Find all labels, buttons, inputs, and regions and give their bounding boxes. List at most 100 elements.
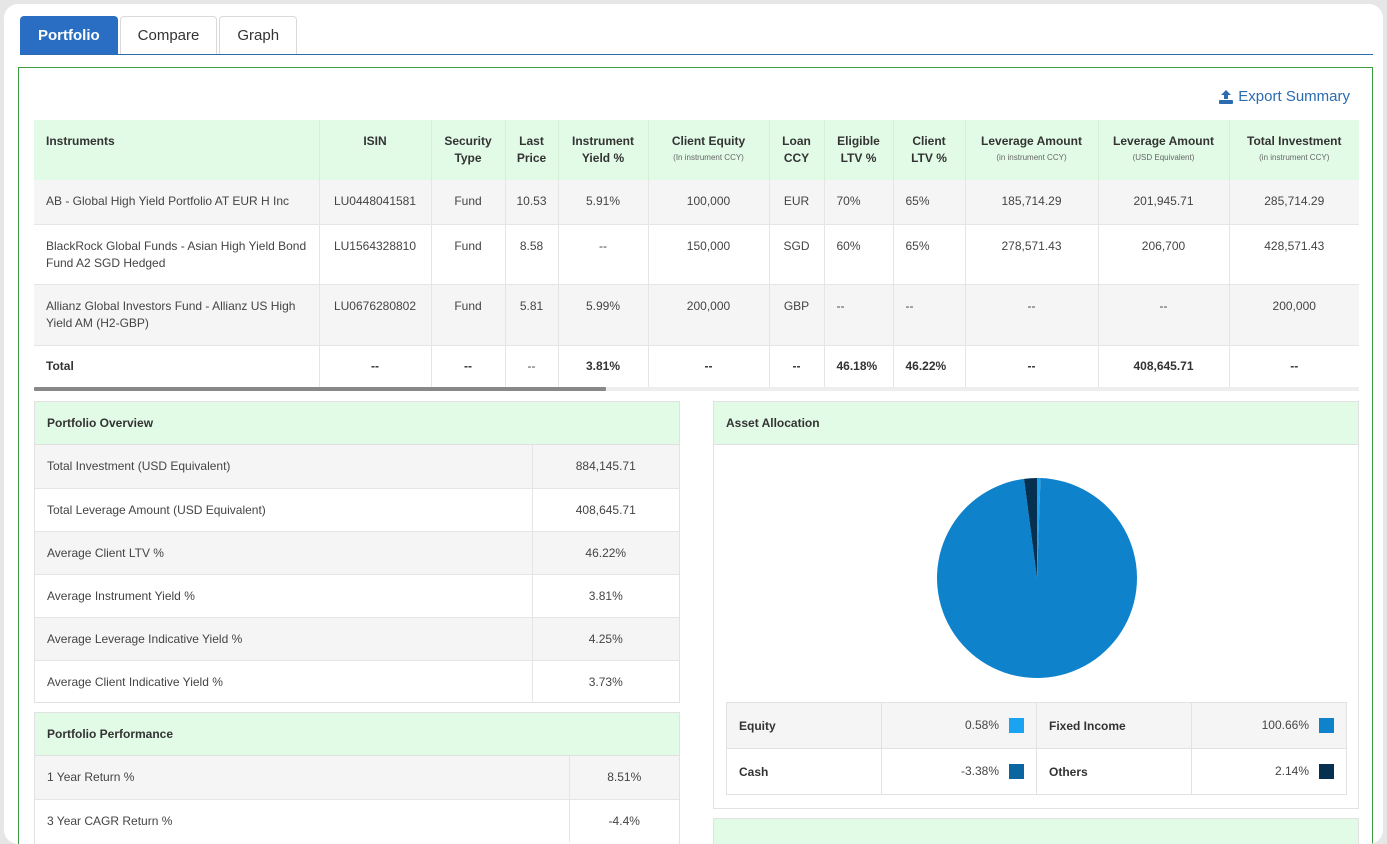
performance-value-negative: -4.4% — [608, 813, 640, 828]
equity-swatch-icon — [1009, 718, 1024, 734]
instruments-table: Instruments ISIN Security Type Last Pric… — [34, 120, 1359, 387]
tab-compare[interactable]: Compare — [119, 16, 218, 54]
col-header-leverage-amount-usd: Leverage Amount (USD Equivalent) — [1098, 120, 1230, 180]
col-header-client-ltv: Client LTV % — [893, 120, 966, 180]
cell-client-ltv: -- — [893, 284, 966, 346]
cell-total-investment: 200,000 — [1229, 284, 1359, 346]
overview-row: Total Investment (USD Equivalent) 884,145… — [35, 445, 679, 489]
asset-allocation-panel: Asset Allocation Equity 0.58% Fixed Inco… — [713, 401, 1359, 809]
col-header-total-investment: Total Investment (in instrument CCY) — [1229, 120, 1359, 180]
cell-instrument-yield: 5.91% — [558, 180, 649, 225]
next-panel — [713, 818, 1359, 844]
fixed-income-swatch-icon — [1319, 718, 1334, 734]
total-security-type: -- — [431, 345, 506, 387]
legend-label-equity: Equity — [726, 702, 882, 749]
cell-isin: LU0448041581 — [319, 180, 432, 225]
cell-isin: LU0676280802 — [319, 284, 432, 346]
cell-total-investment: 428,571.43 — [1229, 224, 1359, 285]
legend-value-cash: -3.38% — [881, 748, 1037, 795]
col-header-client-equity: Client Equity (In instrument CCY) — [648, 120, 770, 180]
performance-value-positive: 8.51% — [569, 756, 679, 800]
cell-security-type: Fund — [431, 284, 506, 346]
overview-label: Average Client LTV % — [35, 531, 533, 575]
cell-instrument: BlackRock Global Funds - Asian High Yiel… — [34, 224, 320, 285]
total-leverage-amount-ccy: -- — [965, 345, 1099, 387]
cell-last-price: 8.58 — [505, 224, 559, 285]
table-row: BlackRock Global Funds - Asian High Yiel… — [34, 224, 1359, 285]
overview-value: 3.81% — [532, 574, 679, 618]
overview-value: 46.22% — [532, 531, 679, 575]
overview-label: Total Leverage Amount (USD Equivalent) — [35, 488, 533, 532]
asset-allocation-legend: Equity 0.58% Fixed Income 100.66% Cash -… — [726, 702, 1347, 795]
cell-last-price: 10.53 — [505, 180, 559, 225]
col-header-leverage-amount-ccy: Leverage Amount (in instrument CCY) — [965, 120, 1099, 180]
next-panel-title — [714, 819, 1358, 844]
portfolio-performance-panel: Portfolio Performance 1 Year Return % 8.5… — [34, 712, 680, 844]
overview-label: Average Leverage Indicative Yield % — [35, 617, 533, 661]
cell-leverage-amount-usd: 206,700 — [1098, 224, 1230, 285]
cell-security-type: Fund — [431, 224, 506, 285]
cell-eligible-ltv: 70% — [824, 180, 894, 225]
portfolio-content: Export Summary Instruments ISIN Security… — [18, 67, 1373, 844]
cell-leverage-amount-ccy: 185,714.29 — [965, 180, 1099, 225]
cell-instrument-yield: 5.99% — [558, 284, 649, 346]
export-summary-label: Export Summary — [1238, 88, 1350, 105]
overview-row: Average Leverage Indicative Yield % 4.25% — [35, 617, 679, 661]
overview-value: 884,145.71 — [532, 445, 679, 489]
legend-label-fixed-income: Fixed Income — [1036, 702, 1192, 749]
portfolio-overview-table: Total Investment (USD Equivalent) 884,145… — [35, 445, 679, 703]
instruments-table-container: Instruments ISIN Security Type Last Pric… — [34, 120, 1359, 387]
cell-client-equity: 200,000 — [648, 284, 770, 346]
cell-leverage-amount-usd: 201,945.71 — [1098, 180, 1230, 225]
performance-row: 1 Year Return % 8.51% — [35, 756, 679, 800]
tab-graph[interactable]: Graph — [219, 16, 298, 54]
overview-value: 4.25% — [532, 617, 679, 661]
cell-leverage-amount-ccy: -- — [965, 284, 1099, 346]
col-header-instrument-yield: Instrument Yield % — [558, 120, 649, 180]
cell-instrument-yield: -- — [558, 224, 649, 285]
cell-instrument: Allianz Global Investors Fund - Allianz … — [34, 284, 320, 346]
total-leverage-amount-usd: 408,645.71 — [1098, 345, 1230, 387]
overview-label: Average Instrument Yield % — [35, 574, 533, 618]
performance-row: 3 Year CAGR Return % -4.4% — [35, 799, 679, 842]
legend-value-fixed-income: 100.66% — [1191, 702, 1347, 749]
legend-row: Cash -3.38% Others 2.14% — [726, 748, 1347, 795]
cell-eligible-ltv: 60% — [824, 224, 894, 285]
overview-label: Total Investment (USD Equivalent) — [35, 445, 533, 489]
total-instrument-yield: 3.81% — [558, 345, 649, 387]
col-header-last-price: Last Price — [505, 120, 559, 180]
cash-swatch-icon — [1009, 764, 1024, 780]
portfolio-performance-table: 1 Year Return % 8.51% 3 Year CAGR Return … — [35, 756, 679, 842]
table-row: Allianz Global Investors Fund - Allianz … — [34, 284, 1359, 346]
table-horizontal-scrollbar[interactable] — [34, 387, 1359, 391]
total-label: Total — [34, 345, 320, 387]
col-header-isin: ISIN — [319, 120, 432, 180]
cell-client-ltv: 65% — [893, 180, 966, 225]
col-header-security-type: Security Type — [431, 120, 506, 180]
performance-label: 1 Year Return % — [35, 756, 570, 800]
total-last-price: -- — [505, 345, 559, 387]
legend-label-cash: Cash — [726, 748, 882, 795]
table-row: AB - Global High Yield Portfolio AT EUR … — [34, 180, 1359, 225]
total-eligible-ltv: 46.18% — [824, 345, 894, 387]
tab-portfolio[interactable]: Portfolio — [20, 16, 118, 54]
cell-leverage-amount-ccy: 278,571.43 — [965, 224, 1099, 285]
cell-loan-ccy: EUR — [769, 180, 825, 225]
cell-client-ltv: 65% — [893, 224, 966, 285]
total-isin: -- — [319, 345, 432, 387]
portfolio-performance-title: Portfolio Performance — [35, 713, 679, 756]
performance-label: 3 Year CAGR Return % — [35, 799, 570, 842]
col-header-instruments: Instruments — [34, 120, 320, 180]
scrollbar-thumb[interactable] — [34, 387, 606, 391]
cell-client-equity: 100,000 — [648, 180, 770, 225]
total-row: Total -- -- -- 3.81% -- -- 46.18% 46.22%… — [34, 345, 1359, 387]
overview-row: Total Leverage Amount (USD Equivalent) 40… — [35, 488, 679, 532]
asset-allocation-title: Asset Allocation — [714, 402, 1358, 445]
overview-row: Average Instrument Yield % 3.81% — [35, 574, 679, 618]
cell-total-investment: 285,714.29 — [1229, 180, 1359, 225]
cell-isin: LU1564328810 — [319, 224, 432, 285]
overview-value: 3.73% — [588, 674, 623, 689]
export-summary-button[interactable]: Export Summary — [1219, 88, 1350, 105]
upload-icon — [1219, 89, 1234, 104]
tab-bar: Portfolio Compare Graph — [20, 12, 1373, 55]
